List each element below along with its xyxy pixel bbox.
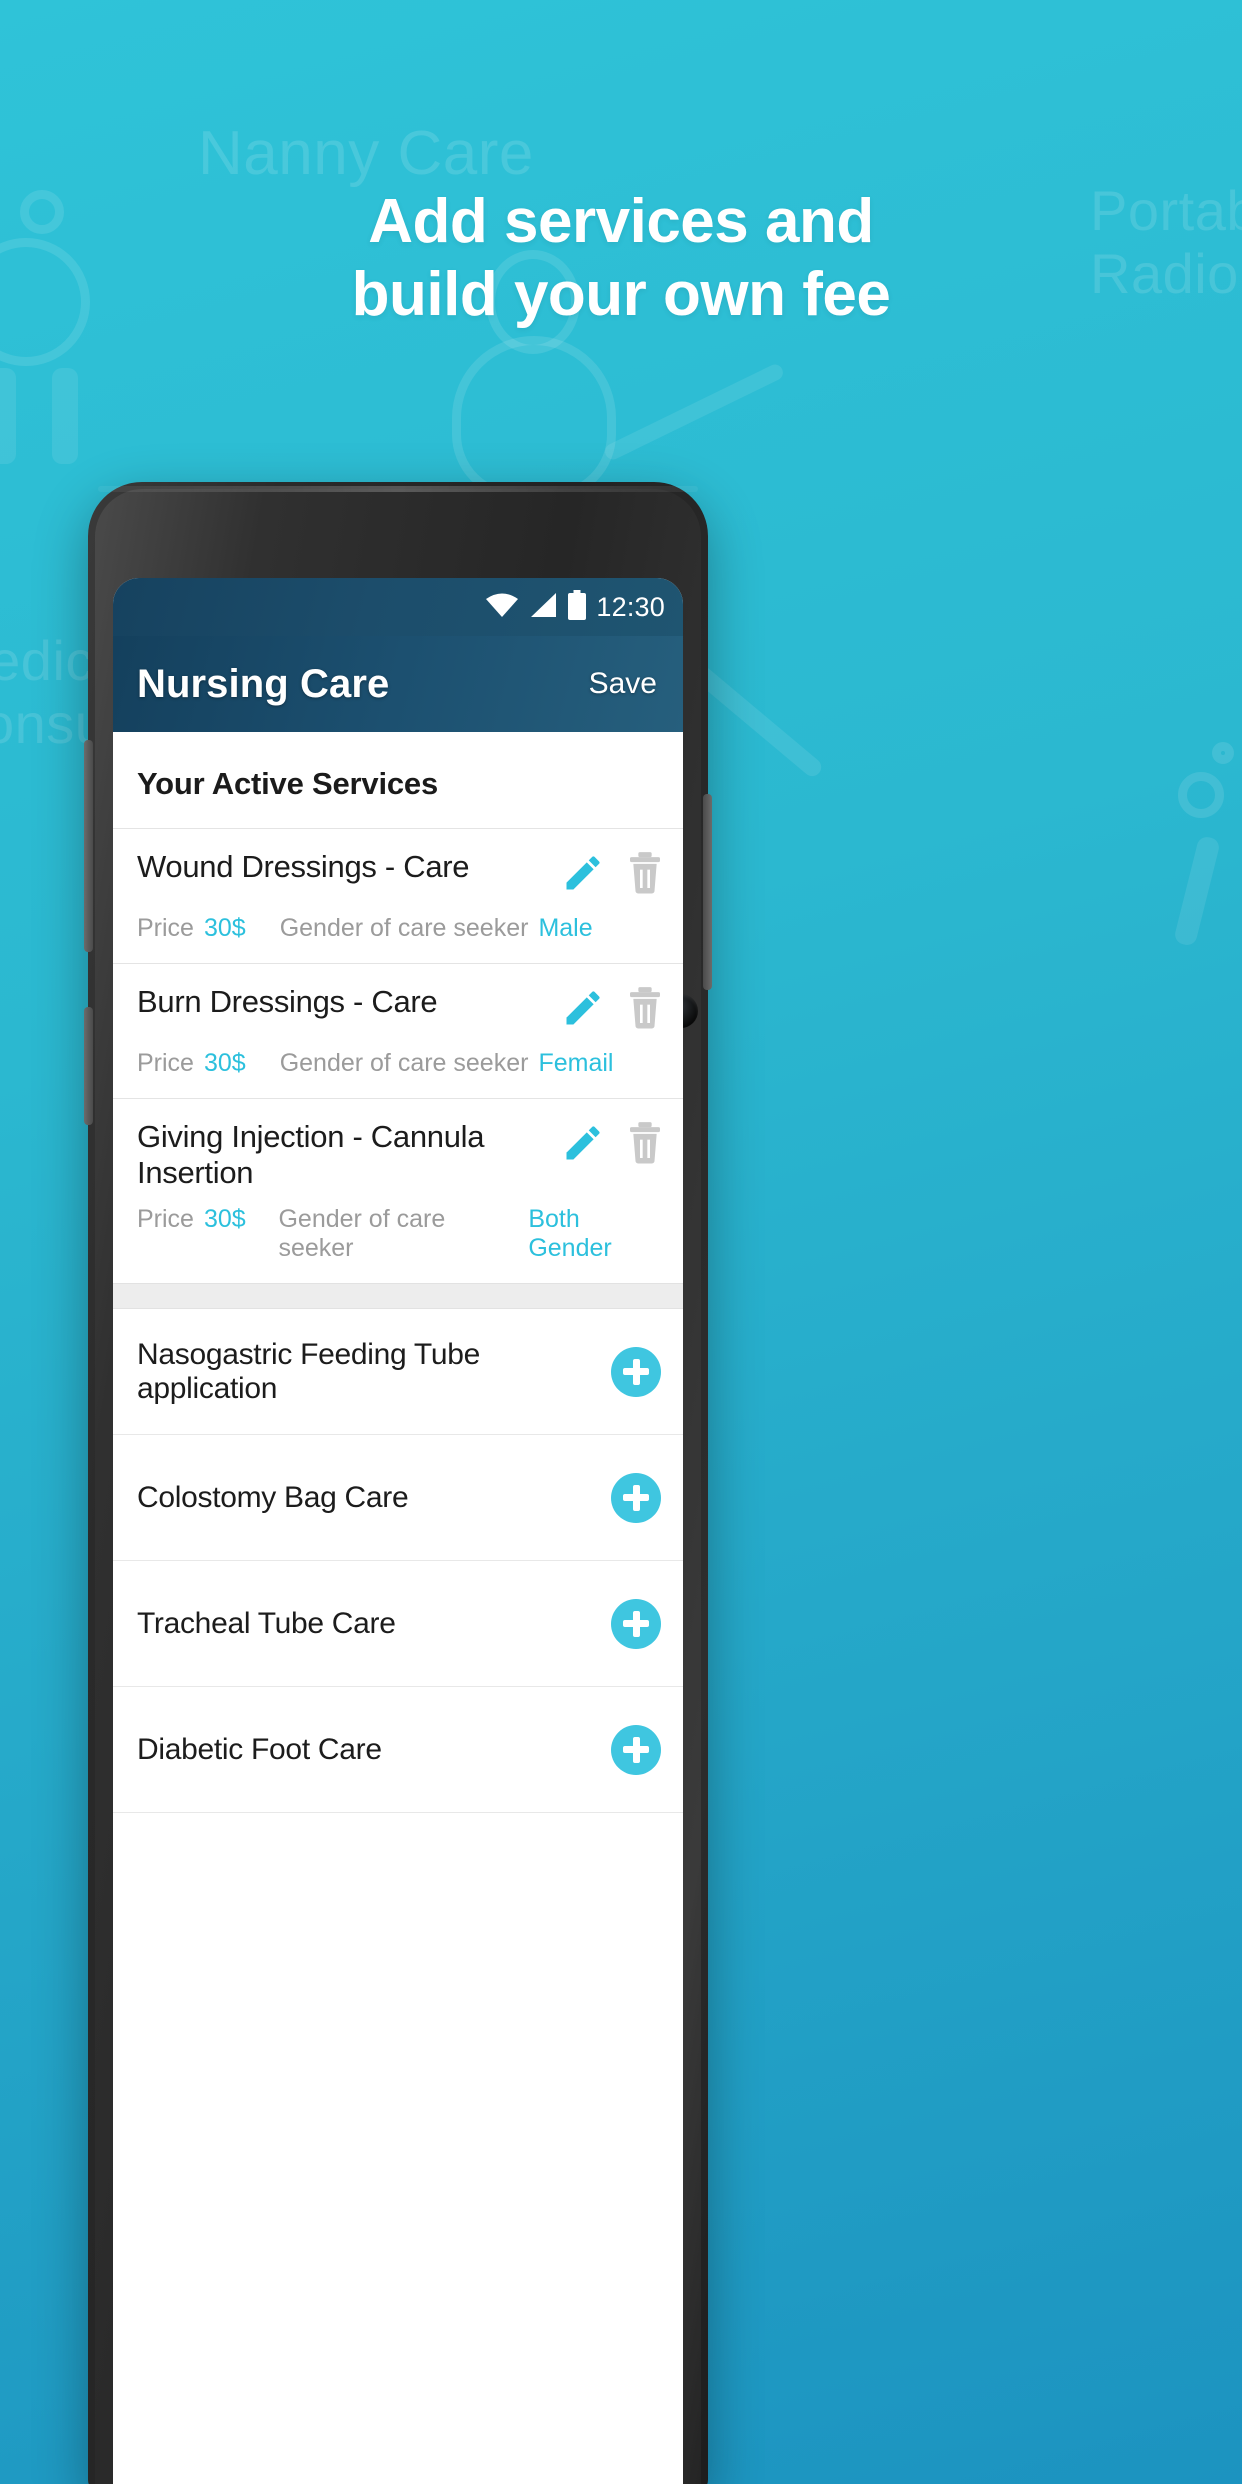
available-service-name: Diabetic Foot Care (137, 1732, 382, 1766)
add-service-icon[interactable] (611, 1598, 661, 1649)
available-service-row[interactable]: Colostomy Bag Care (113, 1435, 683, 1561)
decorative-nurse-body (452, 336, 616, 500)
available-service-name: Colostomy Bag Care (137, 1480, 409, 1514)
available-service-row[interactable]: Nasogastric Feeding Tube application (113, 1309, 683, 1435)
gender-value: Both Gender (528, 1205, 612, 1262)
promo-headline-line2: build your own fee (351, 259, 891, 329)
assistant-button[interactable] (703, 794, 712, 990)
gender-label: Gender of care seeker (279, 1049, 529, 1077)
status-bar-icons (485, 589, 587, 625)
active-service-actions (561, 984, 665, 1035)
power-button[interactable] (84, 1007, 93, 1125)
add-service-icon[interactable] (611, 1724, 661, 1775)
phone-top-edge-highlight (98, 486, 698, 492)
active-service-name: Burn Dressings - Care (137, 984, 438, 1019)
promo-headline: Add services and build your own fee (0, 186, 1242, 332)
phone-screen: 12:30 Nursing Care Save Your Active Serv… (113, 578, 683, 2484)
gender-label: Gender of care seeker (279, 914, 529, 942)
decorative-bar-2 (52, 368, 78, 464)
price-value: 30$ (203, 914, 246, 942)
volume-button[interactable] (84, 740, 93, 952)
price-value: 30$ (203, 1049, 246, 1077)
screen-content: Your Active Services Wound Dressings - C… (113, 732, 683, 2484)
phone-mockup: 12:30 Nursing Care Save Your Active Serv… (84, 482, 712, 2484)
active-service-row[interactable]: Giving Injection - Cannula Insertion Pri… (113, 1098, 683, 1283)
gender-value: Male (538, 914, 593, 942)
active-service-meta: Price 30$ Gender of care seeker Both Gen… (137, 1205, 665, 1263)
status-bar-clock: 12:30 (596, 591, 665, 622)
available-service-name: Tracheal Tube Care (137, 1606, 396, 1640)
gender-value: Femail (538, 1049, 614, 1077)
wifi-icon (485, 592, 519, 623)
edit-pencil-icon[interactable] (561, 1121, 605, 1170)
add-service-icon[interactable] (611, 1472, 661, 1523)
price-label: Price (137, 1049, 194, 1077)
decorative-circle-3 (1178, 772, 1224, 818)
active-service-meta: Price 30$ Gender of care seeker Femail (137, 1049, 665, 1078)
delete-trash-icon[interactable] (625, 1121, 665, 1170)
available-service-name: Nasogastric Feeding Tube application (137, 1337, 481, 1405)
app-bar: Nursing Care Save (113, 636, 683, 732)
active-service-meta: Price 30$ Gender of care seeker Male (137, 914, 665, 943)
section-divider (113, 1283, 683, 1309)
add-service-icon[interactable] (611, 1346, 661, 1397)
save-button[interactable]: Save (585, 661, 661, 707)
status-bar: 12:30 (113, 578, 683, 636)
watermark-nanny-care: Nanny Care (198, 119, 534, 188)
battery-icon (567, 589, 587, 625)
edit-pencil-icon[interactable] (561, 986, 605, 1035)
decorative-bar-1 (0, 368, 16, 464)
active-service-row[interactable]: Burn Dressings - Care Price 30$ Gender o… (113, 963, 683, 1098)
page-title: Nursing Care (137, 661, 390, 706)
available-service-row[interactable]: Diabetic Foot Care (113, 1687, 683, 1813)
active-service-name: Wound Dressings - Care (137, 849, 470, 884)
active-service-row[interactable]: Wound Dressings - Care Price 30$ Gender … (113, 828, 683, 963)
price-value: 30$ (203, 1205, 246, 1233)
promo-headline-line1: Add services and (368, 187, 874, 256)
delete-trash-icon[interactable] (625, 986, 665, 1035)
active-services-heading: Your Active Services (137, 766, 438, 801)
active-service-name: Giving Injection - Cannula Insertion (137, 1119, 485, 1190)
decorative-circle-4 (1212, 742, 1234, 764)
decorative-diagonal-1 (602, 361, 786, 463)
active-service-actions (561, 1119, 665, 1170)
available-service-row[interactable]: Tracheal Tube Care (113, 1561, 683, 1687)
price-label: Price (137, 914, 194, 942)
signal-icon (529, 592, 557, 623)
price-label: Price (137, 1205, 194, 1233)
delete-trash-icon[interactable] (625, 851, 665, 900)
decorative-bar-3 (1173, 834, 1221, 948)
active-service-actions (561, 849, 665, 900)
gender-label: Gender of care seeker (278, 1205, 446, 1262)
edit-pencil-icon[interactable] (561, 851, 605, 900)
